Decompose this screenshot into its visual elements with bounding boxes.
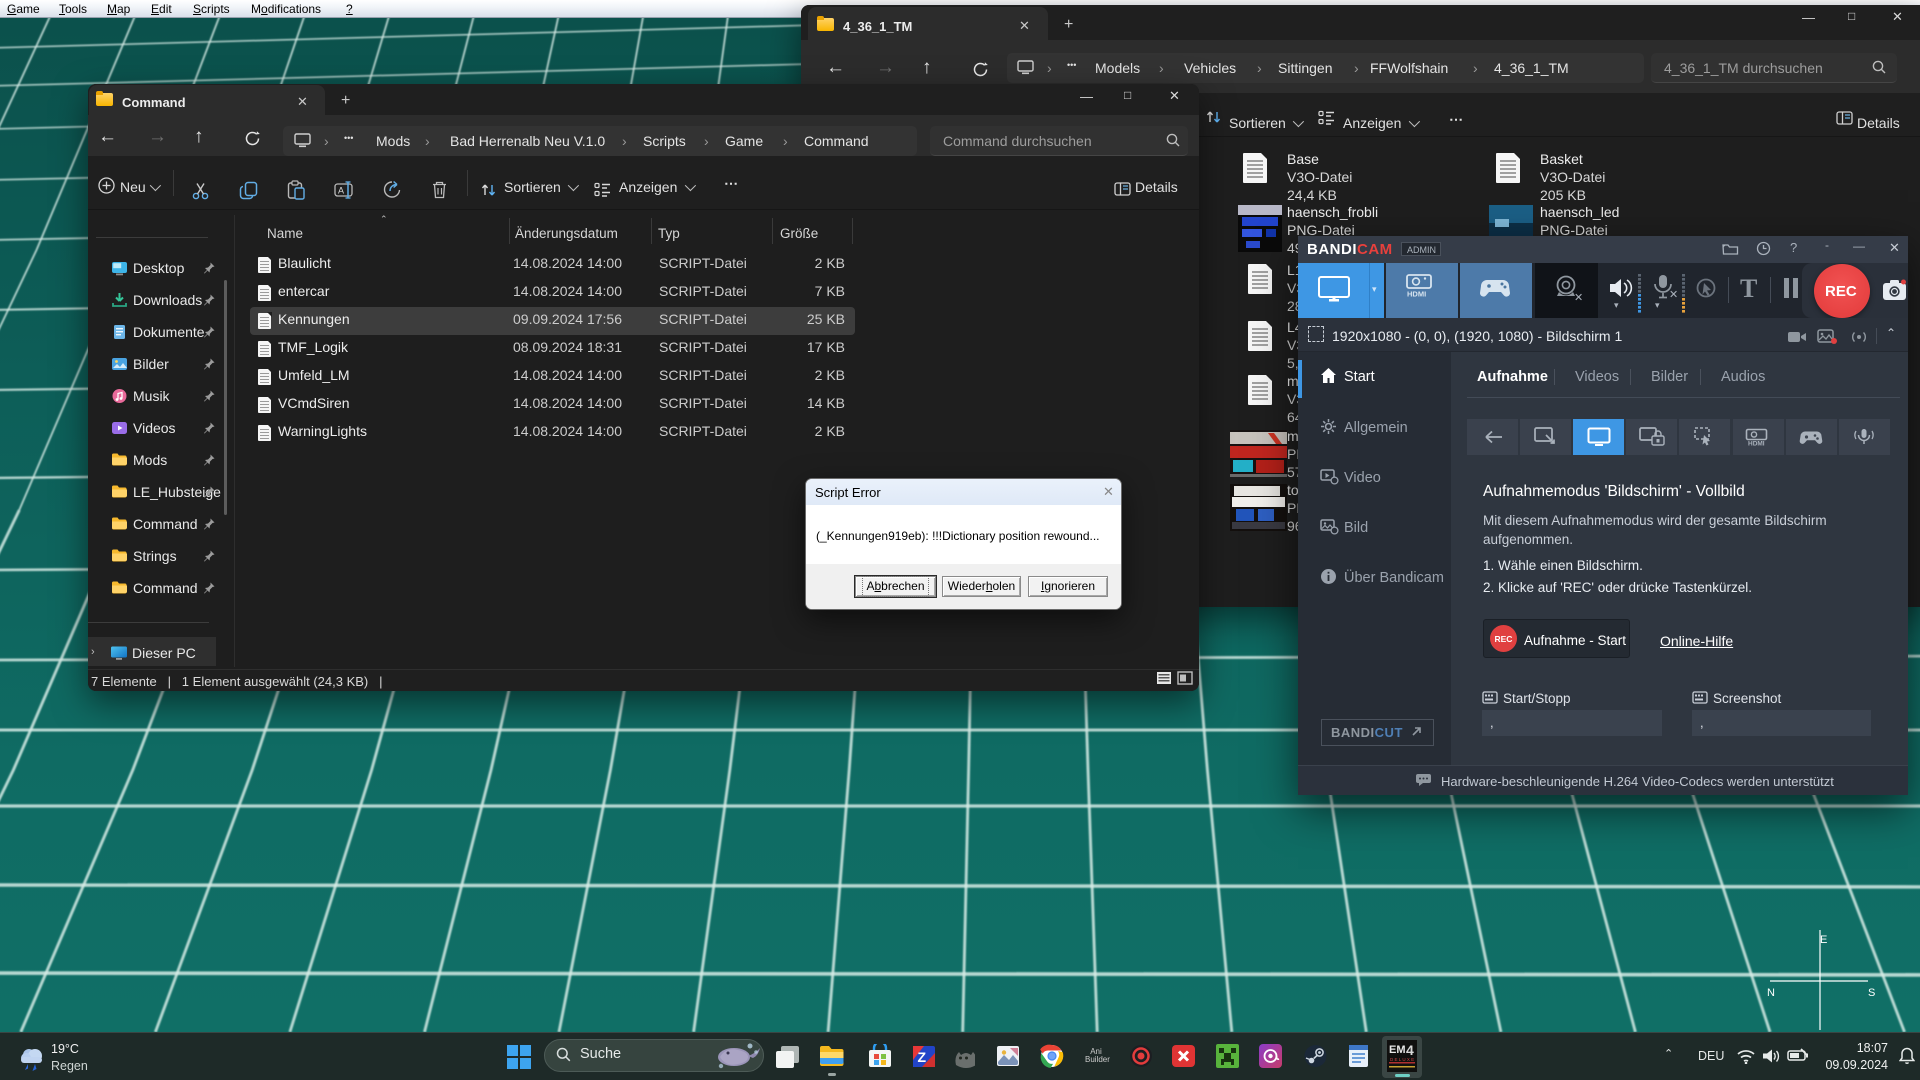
- svg-text:D E L U X E: D E L U X E: [1390, 1057, 1414, 1062]
- svg-text:HDMI: HDMI: [1748, 441, 1765, 447]
- svg-text:✕: ✕: [1574, 292, 1583, 304]
- svg-text:EM: EM: [1389, 1044, 1406, 1056]
- svg-text:N: N: [1767, 987, 1775, 999]
- svg-text:Z: Z: [918, 1049, 927, 1065]
- svg-text:S: S: [1868, 987, 1875, 999]
- svg-text:4: 4: [1406, 1042, 1414, 1058]
- svg-text:✕: ✕: [1669, 289, 1678, 301]
- svg-text:A: A: [338, 186, 344, 196]
- svg-text:HDMI: HDMI: [1407, 290, 1426, 298]
- svg-text:E: E: [1820, 934, 1827, 946]
